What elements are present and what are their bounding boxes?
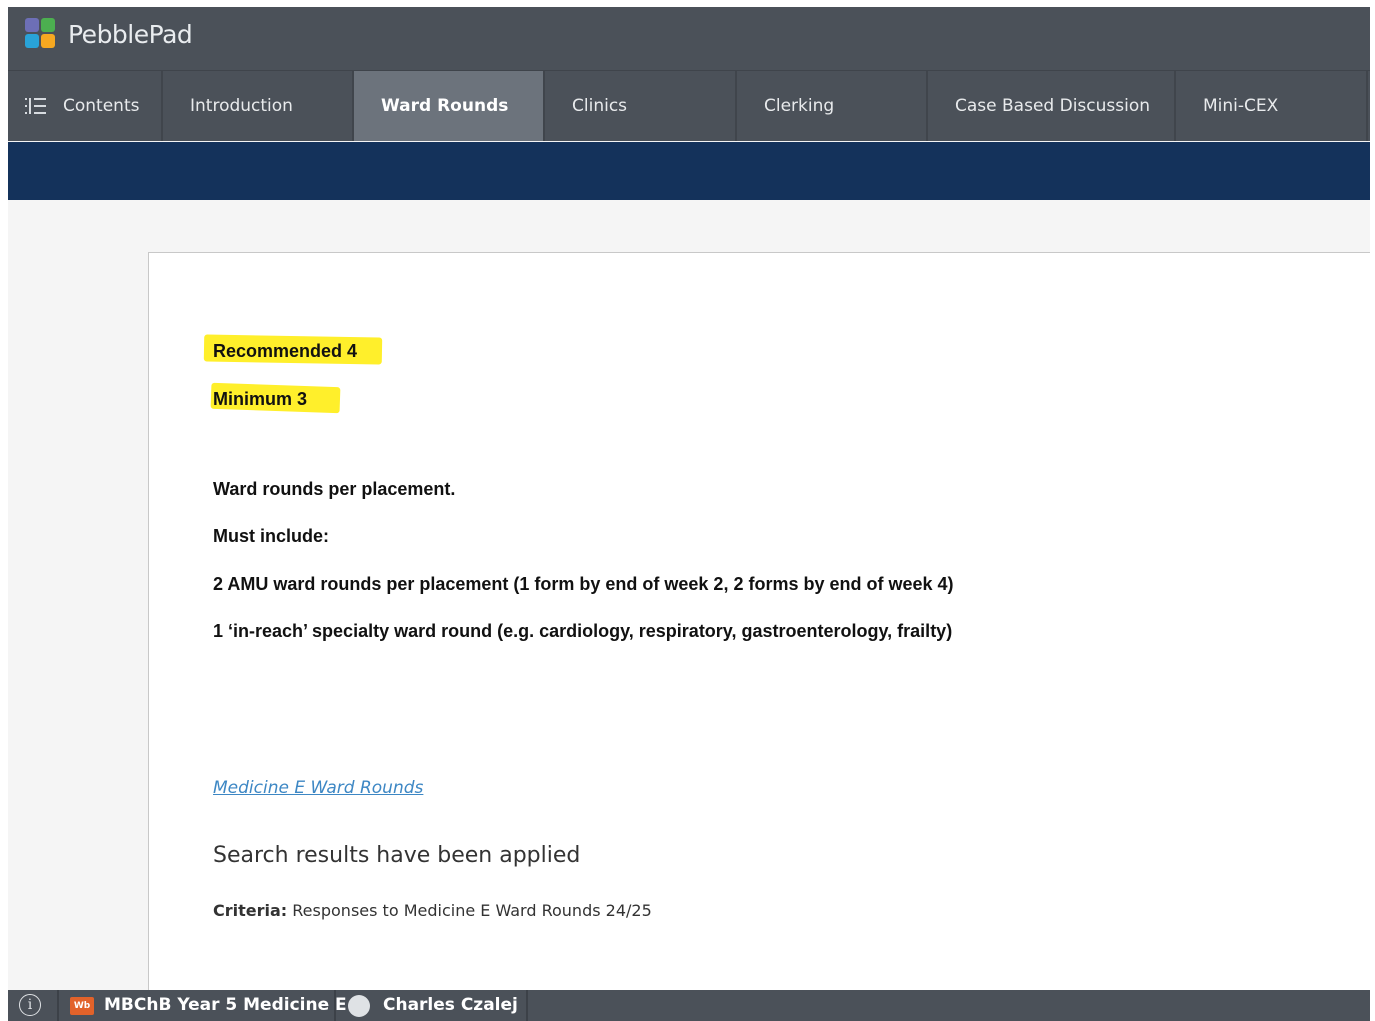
tab-clinics[interactable]: Clinics xyxy=(545,71,737,141)
user-name[interactable]: Charles Czalej xyxy=(383,995,518,1015)
pebblepad-logo[interactable] xyxy=(25,18,55,50)
tab-label: Clerking xyxy=(764,96,835,116)
tab-mini-cex[interactable]: Mini-CEX xyxy=(1176,71,1368,141)
brand-name: PebblePad xyxy=(68,20,193,49)
tab-clerking[interactable]: Clerking xyxy=(737,71,928,141)
tab-label: Ward Rounds xyxy=(381,96,509,116)
page-content: Recommended 4 Minimum 3 Ward rounds per … xyxy=(148,252,1370,1014)
user-avatar[interactable] xyxy=(348,995,370,1017)
must-include-text: Must include: xyxy=(213,526,329,546)
tab-case-based-discussion[interactable]: Case Based Discussion xyxy=(928,71,1176,141)
minimum-count: Minimum 3 xyxy=(213,389,308,409)
per-placement-text: Ward rounds per placement. xyxy=(213,479,456,499)
tab-label: Introduction xyxy=(190,96,293,116)
ward-rounds-link[interactable]: Medicine E Ward Rounds xyxy=(213,778,423,798)
tab-contents[interactable]: Contents xyxy=(8,71,163,141)
tab-label: Mini-CEX xyxy=(1203,96,1279,116)
contents-list-icon xyxy=(25,96,47,116)
tab-contents-label: Contents xyxy=(63,96,140,116)
in-reach-requirement: 1 ‘in-reach’ specialty ward round (e.g. … xyxy=(213,621,953,641)
criteria-label: Criteria: xyxy=(213,901,288,920)
page-banner xyxy=(8,142,1370,200)
criteria-value: Responses to Medicine E Ward Rounds 24/2… xyxy=(292,901,652,920)
footer-bar: i Wb MBChB Year 5 Medicine E Charles Cza… xyxy=(8,990,1370,1021)
recommended-count: Recommended 4 xyxy=(213,341,358,361)
workbook-nav: Contents Introduction Ward Rounds Clinic… xyxy=(8,70,1370,141)
workbook-title[interactable]: MBChB Year 5 Medicine E xyxy=(104,995,347,1015)
app-window: PebblePad Contents Introduction Ward Rou… xyxy=(8,7,1370,1021)
tab-introduction[interactable]: Introduction xyxy=(163,71,354,141)
info-icon[interactable]: i xyxy=(19,994,41,1016)
search-results-heading: Search results have been applied xyxy=(213,843,581,868)
workbook-icon: Wb xyxy=(70,997,94,1015)
top-bar: PebblePad xyxy=(8,7,1370,70)
footer-divider xyxy=(526,990,528,1021)
search-criteria: Criteria: Responses to Medicine E Ward R… xyxy=(213,901,652,920)
tab-label: Case Based Discussion xyxy=(955,96,1151,116)
tab-ward-rounds[interactable]: Ward Rounds xyxy=(354,71,545,141)
tab-label: Clinics xyxy=(572,96,628,116)
amu-requirement: 2 AMU ward rounds per placement (1 form … xyxy=(213,574,954,594)
footer-divider xyxy=(57,990,59,1021)
footer-divider xyxy=(334,990,336,1021)
